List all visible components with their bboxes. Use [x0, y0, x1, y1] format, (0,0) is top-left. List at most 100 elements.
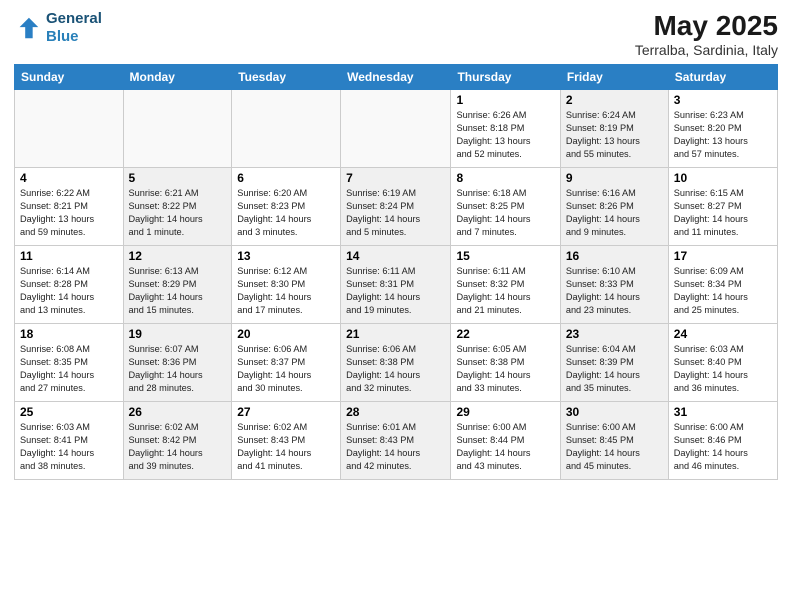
cell-info: Sunrise: 6:13 AM Sunset: 8:29 PM Dayligh…	[129, 265, 227, 317]
day-number: 12	[129, 249, 227, 263]
day-number: 17	[674, 249, 772, 263]
calendar: SundayMondayTuesdayWednesdayThursdayFrid…	[14, 64, 778, 480]
col-header-tuesday: Tuesday	[232, 65, 341, 90]
cal-cell: 9 Sunrise: 6:16 AM Sunset: 8:26 PM Daylig…	[560, 168, 668, 246]
cell-info: Sunrise: 6:23 AM Sunset: 8:20 PM Dayligh…	[674, 109, 772, 161]
day-number: 18	[20, 327, 118, 341]
cell-info: Sunrise: 6:08 AM Sunset: 8:35 PM Dayligh…	[20, 343, 118, 395]
cal-cell: 7 Sunrise: 6:19 AM Sunset: 8:24 PM Daylig…	[341, 168, 451, 246]
cell-info: Sunrise: 6:22 AM Sunset: 8:21 PM Dayligh…	[20, 187, 118, 239]
col-header-monday: Monday	[123, 65, 232, 90]
week-row-3: 11 Sunrise: 6:14 AM Sunset: 8:28 PM Dayli…	[15, 246, 778, 324]
cell-info: Sunrise: 6:00 AM Sunset: 8:45 PM Dayligh…	[566, 421, 663, 473]
day-number: 26	[129, 405, 227, 419]
cal-cell	[123, 90, 232, 168]
cell-info: Sunrise: 6:06 AM Sunset: 8:38 PM Dayligh…	[346, 343, 445, 395]
logo-blue: Blue	[46, 28, 79, 45]
page: General Blue May 2025 Terralba, Sardinia…	[0, 0, 792, 612]
cal-cell: 10 Sunrise: 6:15 AM Sunset: 8:27 PM Dayli…	[668, 168, 777, 246]
subtitle: Terralba, Sardinia, Italy	[635, 42, 778, 58]
cell-info: Sunrise: 6:05 AM Sunset: 8:38 PM Dayligh…	[456, 343, 554, 395]
cal-cell: 14Sunrise: 6:11 AM Sunset: 8:31 PM Dayli…	[341, 246, 451, 324]
logo: General Blue	[14, 10, 102, 46]
cal-cell: 13Sunrise: 6:12 AM Sunset: 8:30 PM Dayli…	[232, 246, 341, 324]
day-number: 22	[456, 327, 554, 341]
cal-cell: 18 Sunrise: 6:08 AM Sunset: 8:35 PM Dayli…	[15, 324, 124, 402]
day-number: 28	[346, 405, 445, 419]
cal-cell: 17 Sunrise: 6:09 AM Sunset: 8:34 PM Dayli…	[668, 246, 777, 324]
logo-icon	[14, 14, 42, 42]
day-number: 16	[566, 249, 663, 263]
cal-cell: 22 Sunrise: 6:05 AM Sunset: 8:38 PM Dayli…	[451, 324, 560, 402]
cell-info: Sunrise: 6:20 AM Sunset: 8:23 PM Dayligh…	[237, 187, 335, 239]
cell-info: Sunrise: 6:01 AM Sunset: 8:43 PM Dayligh…	[346, 421, 445, 473]
cal-cell: 25Sunrise: 6:03 AM Sunset: 8:41 PM Dayli…	[15, 402, 124, 480]
cell-info: Sunrise: 6:12 AM Sunset: 8:30 PM Dayligh…	[237, 265, 335, 317]
cal-cell: 21Sunrise: 6:06 AM Sunset: 8:38 PM Dayli…	[341, 324, 451, 402]
day-number: 23	[566, 327, 663, 341]
day-number: 24	[674, 327, 772, 341]
cell-info: Sunrise: 6:00 AM Sunset: 8:44 PM Dayligh…	[456, 421, 554, 473]
day-number: 19	[129, 327, 227, 341]
day-number: 1	[456, 93, 554, 107]
cell-info: Sunrise: 6:14 AM Sunset: 8:28 PM Dayligh…	[20, 265, 118, 317]
cal-cell: 16Sunrise: 6:10 AM Sunset: 8:33 PM Dayli…	[560, 246, 668, 324]
cell-info: Sunrise: 6:06 AM Sunset: 8:37 PM Dayligh…	[237, 343, 335, 395]
week-row-5: 25Sunrise: 6:03 AM Sunset: 8:41 PM Dayli…	[15, 402, 778, 480]
cal-cell: 2 Sunrise: 6:24 AM Sunset: 8:19 PM Daylig…	[560, 90, 668, 168]
cell-info: Sunrise: 6:16 AM Sunset: 8:26 PM Dayligh…	[566, 187, 663, 239]
day-number: 11	[20, 249, 118, 263]
cal-cell: 26 Sunrise: 6:02 AM Sunset: 8:42 PM Dayli…	[123, 402, 232, 480]
cell-info: Sunrise: 6:03 AM Sunset: 8:40 PM Dayligh…	[674, 343, 772, 395]
day-number: 15	[456, 249, 554, 263]
cell-info: Sunrise: 6:03 AM Sunset: 8:41 PM Dayligh…	[20, 421, 118, 473]
cell-info: Sunrise: 6:04 AM Sunset: 8:39 PM Dayligh…	[566, 343, 663, 395]
day-number: 31	[674, 405, 772, 419]
cell-info: Sunrise: 6:09 AM Sunset: 8:34 PM Dayligh…	[674, 265, 772, 317]
cell-info: Sunrise: 6:07 AM Sunset: 8:36 PM Dayligh…	[129, 343, 227, 395]
header: General Blue May 2025 Terralba, Sardinia…	[14, 10, 778, 58]
day-number: 8	[456, 171, 554, 185]
cell-info: Sunrise: 6:19 AM Sunset: 8:24 PM Dayligh…	[346, 187, 445, 239]
day-number: 9	[566, 171, 663, 185]
cell-info: Sunrise: 6:26 AM Sunset: 8:18 PM Dayligh…	[456, 109, 554, 161]
cal-cell: 3 Sunrise: 6:23 AM Sunset: 8:20 PM Daylig…	[668, 90, 777, 168]
day-number: 5	[129, 171, 227, 185]
cal-cell: 27Sunrise: 6:02 AM Sunset: 8:43 PM Dayli…	[232, 402, 341, 480]
col-header-wednesday: Wednesday	[341, 65, 451, 90]
main-title: May 2025	[635, 10, 778, 42]
calendar-header-row: SundayMondayTuesdayWednesdayThursdayFrid…	[15, 65, 778, 90]
day-number: 30	[566, 405, 663, 419]
cal-cell: 19 Sunrise: 6:07 AM Sunset: 8:36 PM Dayli…	[123, 324, 232, 402]
logo-text: General Blue	[46, 10, 102, 46]
cell-info: Sunrise: 6:24 AM Sunset: 8:19 PM Dayligh…	[566, 109, 663, 161]
cal-cell: 6 Sunrise: 6:20 AM Sunset: 8:23 PM Daylig…	[232, 168, 341, 246]
col-header-saturday: Saturday	[668, 65, 777, 90]
day-number: 29	[456, 405, 554, 419]
cal-cell: 5 Sunrise: 6:21 AM Sunset: 8:22 PM Daylig…	[123, 168, 232, 246]
week-row-2: 4Sunrise: 6:22 AM Sunset: 8:21 PM Daylig…	[15, 168, 778, 246]
day-number: 6	[237, 171, 335, 185]
day-number: 14	[346, 249, 445, 263]
col-header-thursday: Thursday	[451, 65, 560, 90]
day-number: 2	[566, 93, 663, 107]
col-header-friday: Friday	[560, 65, 668, 90]
cal-cell: 12 Sunrise: 6:13 AM Sunset: 8:29 PM Dayli…	[123, 246, 232, 324]
cell-info: Sunrise: 6:15 AM Sunset: 8:27 PM Dayligh…	[674, 187, 772, 239]
cell-info: Sunrise: 6:11 AM Sunset: 8:32 PM Dayligh…	[456, 265, 554, 317]
cell-info: Sunrise: 6:21 AM Sunset: 8:22 PM Dayligh…	[129, 187, 227, 239]
col-header-sunday: Sunday	[15, 65, 124, 90]
cell-info: Sunrise: 6:02 AM Sunset: 8:42 PM Dayligh…	[129, 421, 227, 473]
cal-cell: 11 Sunrise: 6:14 AM Sunset: 8:28 PM Dayli…	[15, 246, 124, 324]
cal-cell: 29 Sunrise: 6:00 AM Sunset: 8:44 PM Dayli…	[451, 402, 560, 480]
day-number: 3	[674, 93, 772, 107]
day-number: 27	[237, 405, 335, 419]
cal-cell: 28 Sunrise: 6:01 AM Sunset: 8:43 PM Dayli…	[341, 402, 451, 480]
cell-info: Sunrise: 6:00 AM Sunset: 8:46 PM Dayligh…	[674, 421, 772, 473]
cell-info: Sunrise: 6:18 AM Sunset: 8:25 PM Dayligh…	[456, 187, 554, 239]
cal-cell: 15 Sunrise: 6:11 AM Sunset: 8:32 PM Dayli…	[451, 246, 560, 324]
cal-cell: 1 Sunrise: 6:26 AM Sunset: 8:18 PM Daylig…	[451, 90, 560, 168]
cal-cell	[341, 90, 451, 168]
day-number: 7	[346, 171, 445, 185]
day-number: 10	[674, 171, 772, 185]
